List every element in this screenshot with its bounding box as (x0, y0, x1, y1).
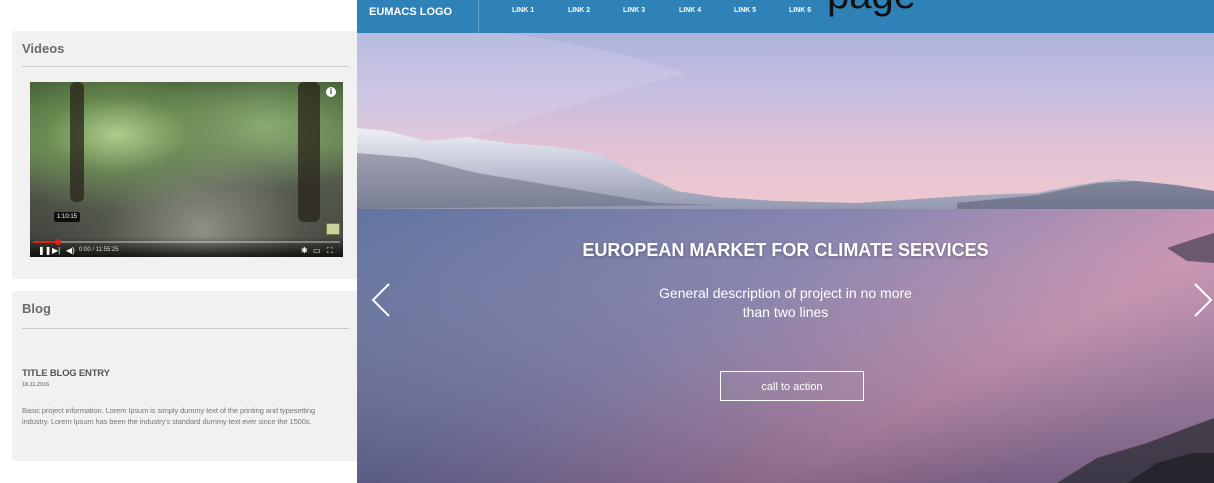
blog-divider (22, 328, 349, 329)
overflow-text: page (827, 0, 916, 18)
nav-bar: EUMACS LOGO LINK 1 LINK 2 LINK 3 LINK 4 … (357, 0, 1214, 33)
blog-entry-title[interactable]: TITLE BLOG ENTRY (22, 368, 110, 379)
video-controls: ❚❚ ▶| ◀) 0:00 / 11:55:25 ✱ ▭ ⛶ (30, 237, 343, 257)
video-channel-badge[interactable] (326, 223, 340, 235)
blog-panel: Blog TITLE BLOG ENTRY 18.11.2016 Basic p… (12, 291, 357, 461)
fullscreen-icon[interactable]: ⛶ (327, 246, 333, 255)
chevron-left-icon[interactable] (370, 282, 392, 318)
video-time-display: 0:00 / 11:55:25 (79, 247, 119, 253)
nav-link-2[interactable]: LINK 2 (568, 7, 590, 14)
pause-icon[interactable]: ❚❚ (38, 246, 51, 255)
call-to-action-button[interactable]: call to action (720, 371, 864, 401)
nav-link-4[interactable]: LINK 4 (679, 7, 701, 14)
video-player[interactable]: i 1:10:15 ❚❚ ▶| ◀) 0:00 / 11:55:25 ✱ ▭ ⛶ (30, 82, 343, 257)
blog-entry-text: Basic project information. Lorem Ipsum i… (22, 406, 316, 426)
hero-frame: EUMACS LOGO LINK 1 LINK 2 LINK 3 LINK 4 … (357, 0, 1214, 483)
video-progress-bar[interactable] (33, 239, 340, 245)
video-progress-handle[interactable] (54, 239, 61, 245)
videos-title: Videos (22, 41, 65, 56)
video-thumbnail-tree (298, 82, 320, 222)
theater-mode-icon[interactable]: ▭ (313, 246, 321, 255)
chevron-right-icon[interactable] (1192, 282, 1214, 318)
video-progress-fill (33, 241, 58, 243)
next-icon[interactable]: ▶| (52, 246, 60, 255)
hero-headline: EUROPEAN MARKET FOR CLIMATE SERVICES (582, 240, 989, 260)
video-thumbnail-tree (70, 82, 84, 202)
nav-link-1[interactable]: LINK 1 (512, 7, 534, 14)
info-icon[interactable]: i (326, 87, 336, 97)
site-logo[interactable]: EUMACS LOGO (369, 6, 452, 18)
nav-divider (478, 0, 479, 33)
nav-link-5[interactable]: LINK 5 (734, 7, 756, 14)
videos-panel: Videos i 1:10:15 ❚❚ ▶| ◀) 0:00 / 11:55:2… (12, 31, 357, 279)
video-time-tooltip: 1:10:15 (54, 212, 81, 222)
settings-icon[interactable]: ✱ (301, 246, 308, 255)
videos-divider (22, 66, 349, 67)
blog-title: Blog (22, 301, 51, 316)
nav-link-3[interactable]: LINK 3 (623, 7, 645, 14)
volume-icon[interactable]: ◀) (66, 246, 75, 255)
hero-description: General description of project in no mor… (659, 285, 912, 320)
nav-link-6[interactable]: LINK 6 (789, 7, 811, 14)
blog-entry-date: 18.11.2016 (22, 382, 50, 388)
